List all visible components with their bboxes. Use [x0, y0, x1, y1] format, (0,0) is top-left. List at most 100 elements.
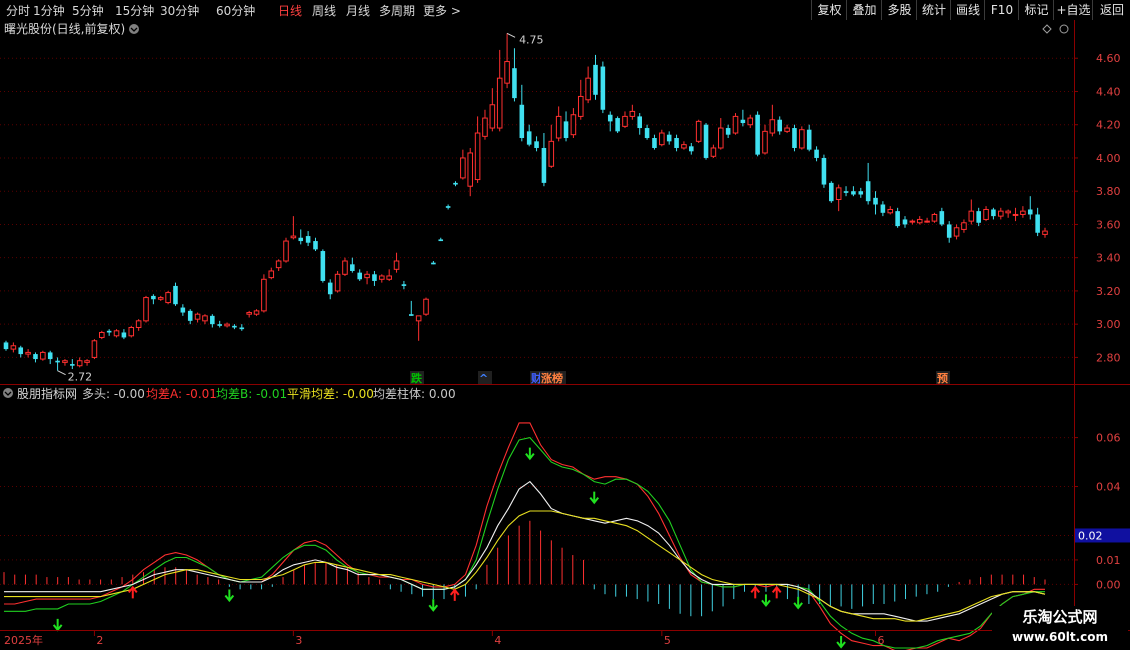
toolbar-button-0[interactable]: 复权	[811, 0, 847, 20]
period-tab-3[interactable]: 15分钟	[115, 2, 154, 19]
candle-19	[143, 295, 149, 323]
candle-body	[755, 114, 760, 155]
candle-112	[829, 181, 834, 203]
indicator-ytick-label-1: 0.01	[1096, 554, 1121, 567]
candle-body	[364, 273, 370, 279]
period-tab-6[interactable]: 日线	[278, 2, 302, 19]
candle-body	[401, 284, 407, 286]
candle-body	[674, 138, 679, 148]
candle-body	[792, 128, 797, 148]
candle-body	[637, 116, 643, 129]
candle-body	[703, 124, 709, 158]
candle-body	[622, 115, 628, 127]
candle-body	[445, 206, 451, 208]
candle-body	[33, 354, 38, 360]
period-tab-0[interactable]: 分时	[6, 2, 30, 19]
candle-body	[261, 278, 267, 312]
indicator-ytick-label-4: 0.06	[1096, 432, 1121, 445]
candle-body	[173, 285, 178, 305]
candle-body	[600, 66, 606, 110]
toolbar-button-1[interactable]: 叠加	[846, 0, 882, 20]
candle-body	[393, 260, 400, 270]
candle-13	[99, 330, 105, 340]
period-tab-7[interactable]: 周线	[312, 2, 336, 19]
toolbar-button-5[interactable]: F10	[984, 0, 1019, 20]
candle-body	[379, 275, 385, 280]
candle-95	[703, 123, 709, 160]
chevron-down-icon[interactable]	[129, 24, 139, 34]
candle-body	[415, 315, 422, 322]
candle-body	[210, 315, 215, 325]
candle-22	[165, 290, 171, 305]
candle-body	[10, 345, 17, 350]
event-label-1: ^	[479, 372, 488, 385]
candle-body	[18, 347, 24, 355]
candle-body	[106, 330, 112, 333]
candle-body	[474, 132, 481, 181]
candle-body	[799, 129, 805, 149]
toolbar-button-2[interactable]: 多股	[881, 0, 917, 20]
candle-body	[47, 352, 53, 360]
candle-body	[563, 121, 569, 139]
candle-body	[681, 144, 687, 149]
period-tab-8[interactable]: 月线	[346, 2, 370, 19]
candle-body	[151, 295, 156, 300]
toolbar-button-4[interactable]: 画线	[950, 0, 985, 20]
candle-body	[246, 312, 252, 315]
candle-15	[113, 329, 120, 338]
indicator-title-row: 股朋指标网 多头: -0.00 均差A: -0.01 均差B: -0.01 平滑均差: …	[3, 386, 456, 401]
candle-body	[873, 197, 878, 205]
candle-body	[902, 219, 908, 225]
candle-body	[843, 191, 849, 193]
period-tab-2[interactable]: 5分钟	[72, 2, 104, 19]
indicator-chevron-icon[interactable]	[3, 388, 13, 398]
candle-body	[431, 262, 436, 265]
candle-body	[460, 157, 466, 179]
period-tab-10[interactable]: 更多 >	[423, 2, 461, 19]
candle-body	[320, 251, 326, 281]
period-tab-4[interactable]: 30分钟	[160, 2, 199, 19]
main-panel-title: 曙光股份(日线,前复权)	[4, 21, 125, 36]
toolbar-button-7[interactable]: +自选	[1053, 0, 1093, 20]
period-tab-5[interactable]: 60分钟	[216, 2, 255, 19]
candle-body	[931, 213, 938, 222]
indicator-value-4: 均差柱体: 0.00	[373, 386, 456, 401]
candle-83	[615, 116, 620, 134]
candle-body	[423, 298, 429, 315]
candle-body	[835, 187, 842, 201]
candle-body	[710, 147, 717, 157]
date-month-3: 5	[664, 634, 671, 647]
candle-body	[350, 264, 355, 271]
main-ytick-label-3: 3.40	[1096, 252, 1121, 265]
candle-body	[305, 236, 311, 243]
candle-body	[946, 224, 952, 238]
candle-body	[40, 351, 46, 360]
candle-body	[113, 330, 120, 337]
candle-body	[607, 114, 613, 122]
candle-12	[91, 339, 98, 360]
candle-body	[939, 211, 945, 225]
period-tab-9[interactable]: 多周期	[379, 2, 415, 19]
candle-body	[283, 240, 289, 262]
toolbar-button-8[interactable]: 返回	[1092, 0, 1130, 20]
candle-body	[924, 220, 930, 223]
candle-111	[821, 154, 827, 188]
candle-body	[290, 235, 297, 239]
candle-body	[585, 77, 591, 101]
candle-body	[298, 237, 304, 242]
candle-102	[755, 111, 760, 157]
indicator-value-3: 平滑均差: -0.00	[287, 387, 374, 401]
event-label-3: 涨榜	[541, 371, 563, 385]
candle-body	[998, 210, 1004, 217]
date-month-4: 6	[878, 634, 885, 647]
main-ytick-label-0: 2.80	[1096, 351, 1121, 364]
candle-body	[135, 320, 142, 328]
period-toolbar: 分时 1分钟 5分钟 15分钟 30分钟 60分钟 日线 周线 月线 多周期 更多 > 复权 叠加 多股统…	[0, 0, 1130, 21]
toolbar-button-3[interactable]: 统计	[916, 0, 951, 20]
candle-body	[829, 182, 834, 202]
toolbar-button-6[interactable]: 标记	[1018, 0, 1054, 20]
candle-body	[438, 239, 444, 242]
candle-body	[717, 127, 724, 149]
period-tab-1[interactable]: 1分钟	[33, 2, 65, 19]
candle-body	[217, 324, 222, 326]
